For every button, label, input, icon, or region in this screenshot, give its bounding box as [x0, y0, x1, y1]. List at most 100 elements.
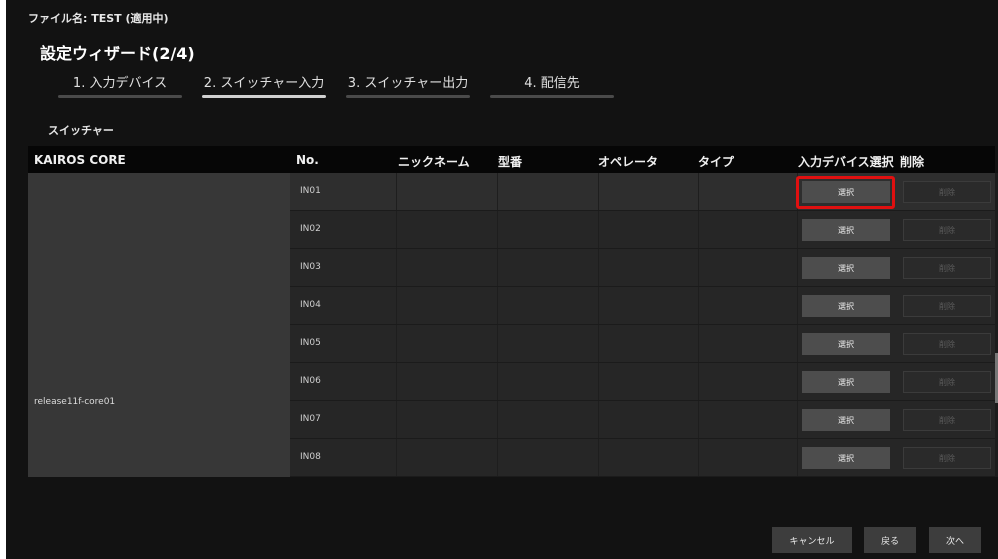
select-button[interactable]: 選択	[802, 447, 890, 469]
column-divider	[598, 439, 599, 476]
column-divider	[797, 325, 798, 362]
header-kairos-core: KAIROS CORE	[34, 153, 126, 167]
header-input-device-select: 入力デバイス選択	[798, 155, 894, 169]
column-divider	[396, 211, 397, 248]
column-divider	[497, 439, 498, 476]
column-divider	[797, 363, 798, 400]
column-divider	[396, 363, 397, 400]
table-row[interactable]: IN08 選択 削除	[290, 439, 995, 477]
input-rows: IN01 選択 削除 IN02 選択 削除 IN03 選択 削除 IN04 選択…	[290, 173, 995, 477]
column-divider	[598, 325, 599, 362]
step-progress-bar	[58, 95, 182, 98]
step-label: 4. 配信先	[524, 76, 580, 91]
column-divider	[797, 287, 798, 324]
select-button[interactable]: 選択	[802, 295, 890, 317]
table-row[interactable]: IN07 選択 削除	[290, 401, 995, 439]
table-row[interactable]: IN06 選択 削除	[290, 363, 995, 401]
step-switcher-output[interactable]: 3. スイッチャー出力	[346, 72, 470, 98]
column-divider	[698, 363, 699, 400]
row-number: IN03	[300, 262, 321, 272]
column-divider	[797, 401, 798, 438]
table-row[interactable]: IN01 選択 削除	[290, 173, 995, 211]
table-row[interactable]: IN04 選択 削除	[290, 287, 995, 325]
delete-button: 削除	[903, 295, 991, 317]
step-switcher-input[interactable]: 2. スイッチャー入力	[202, 72, 326, 98]
column-divider	[396, 249, 397, 286]
column-divider	[598, 287, 599, 324]
column-divider	[598, 173, 599, 210]
column-divider	[497, 249, 498, 286]
step-label: 3. スイッチャー出力	[347, 76, 469, 91]
file-name-label: ファイル名: TEST (適用中)	[28, 12, 169, 25]
row-number: IN08	[300, 452, 321, 462]
cancel-button[interactable]: キャンセル	[772, 527, 852, 553]
step-label: 1. 入力デバイス	[72, 76, 168, 91]
step-input-devices[interactable]: 1. 入力デバイス	[58, 72, 182, 98]
column-divider	[396, 325, 397, 362]
column-divider	[396, 401, 397, 438]
table-row[interactable]: IN05 選択 削除	[290, 325, 995, 363]
column-divider	[698, 211, 699, 248]
table-row[interactable]: IN02 選択 削除	[290, 211, 995, 249]
column-divider	[396, 439, 397, 476]
column-divider	[698, 401, 699, 438]
column-divider	[497, 287, 498, 324]
header-nickname: ニックネーム	[398, 155, 470, 169]
column-divider	[598, 363, 599, 400]
row-number: IN01	[300, 186, 321, 196]
next-button[interactable]: 次へ	[929, 527, 981, 553]
step-destination[interactable]: 4. 配信先	[490, 72, 614, 98]
column-divider	[598, 249, 599, 286]
row-number: IN04	[300, 300, 321, 310]
column-divider	[698, 249, 699, 286]
select-button[interactable]: 選択	[802, 181, 890, 203]
column-divider	[698, 325, 699, 362]
column-divider	[396, 287, 397, 324]
delete-button: 削除	[903, 181, 991, 203]
delete-button: 削除	[903, 333, 991, 355]
core-name: release11f-core01	[34, 397, 116, 407]
step-progress-bar	[346, 95, 470, 98]
column-divider	[797, 439, 798, 476]
row-number: IN05	[300, 338, 321, 348]
column-divider	[698, 173, 699, 210]
step-label: 2. スイッチャー入力	[203, 76, 325, 91]
delete-button: 削除	[903, 371, 991, 393]
column-divider	[698, 439, 699, 476]
column-divider	[598, 211, 599, 248]
column-divider	[797, 173, 798, 210]
column-divider	[497, 211, 498, 248]
table-row[interactable]: IN03 選択 削除	[290, 249, 995, 287]
back-button[interactable]: 戻る	[864, 527, 916, 553]
delete-button: 削除	[903, 447, 991, 469]
step-progress-bar	[490, 95, 614, 98]
column-divider	[497, 363, 498, 400]
select-button[interactable]: 選択	[802, 333, 890, 355]
select-button[interactable]: 選択	[802, 219, 890, 241]
wizard-window: ファイル名: TEST (適用中) 設定ウィザード(2/4) 1. 入力デバイス…	[6, 0, 998, 559]
select-button[interactable]: 選択	[802, 409, 890, 431]
header-model: 型番	[498, 155, 523, 169]
page-title: 設定ウィザード(2/4)	[40, 44, 195, 63]
header-delete: 削除	[900, 155, 925, 169]
kairos-core-cell: release11f-core01	[28, 173, 290, 477]
column-divider	[797, 249, 798, 286]
column-divider	[698, 287, 699, 324]
select-button[interactable]: 選択	[802, 371, 890, 393]
column-divider	[497, 325, 498, 362]
section-label-switcher: スイッチャー	[48, 124, 114, 137]
delete-button: 削除	[903, 219, 991, 241]
select-button[interactable]: 選択	[802, 257, 890, 279]
delete-button: 削除	[903, 409, 991, 431]
delete-button: 削除	[903, 257, 991, 279]
column-divider	[497, 401, 498, 438]
row-number: IN07	[300, 414, 321, 424]
column-divider	[497, 173, 498, 210]
row-number: IN06	[300, 376, 321, 386]
header-no: No.	[296, 153, 319, 167]
column-divider	[797, 211, 798, 248]
step-progress-bar	[202, 95, 326, 98]
table-header: KAIROS CORE No. ニックネーム 型番 オペレータ タイプ 入力デバ…	[28, 146, 995, 173]
header-type: タイプ	[698, 155, 735, 169]
column-divider	[396, 173, 397, 210]
